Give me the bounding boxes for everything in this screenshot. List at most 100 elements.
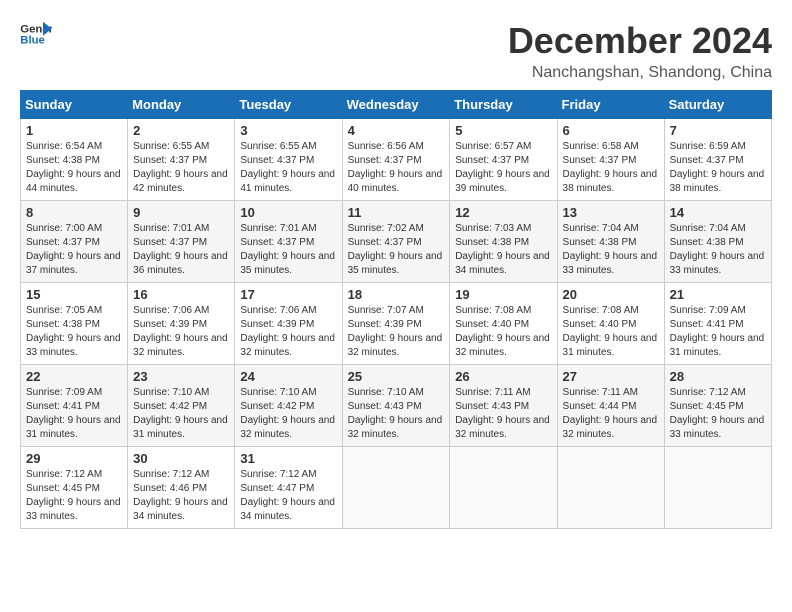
day-number: 15 [26, 287, 122, 302]
col-tuesday: Tuesday [235, 91, 342, 119]
day-info: Sunrise: 7:12 AM Sunset: 4:45 PM Dayligh… [26, 468, 122, 524]
day-info: Sunrise: 6:55 AM Sunset: 4:37 PM Dayligh… [240, 140, 336, 196]
day-number: 24 [240, 369, 336, 384]
calendar-day-29: 29 Sunrise: 7:12 AM Sunset: 4:45 PM Dayl… [21, 447, 128, 529]
day-number: 20 [563, 287, 659, 302]
day-info: Sunrise: 7:10 AM Sunset: 4:42 PM Dayligh… [133, 386, 229, 442]
calendar-day-25: 25 Sunrise: 7:10 AM Sunset: 4:43 PM Dayl… [342, 365, 450, 447]
title-section: December 2024 Nanchangshan, Shandong, Ch… [508, 20, 772, 82]
day-number: 8 [26, 205, 122, 220]
calendar-week-5: 29 Sunrise: 7:12 AM Sunset: 4:45 PM Dayl… [21, 447, 772, 529]
day-info: Sunrise: 7:01 AM Sunset: 4:37 PM Dayligh… [133, 222, 229, 278]
calendar-day-30: 30 Sunrise: 7:12 AM Sunset: 4:46 PM Dayl… [128, 447, 235, 529]
day-info: Sunrise: 7:11 AM Sunset: 4:44 PM Dayligh… [563, 386, 659, 442]
day-info: Sunrise: 7:01 AM Sunset: 4:37 PM Dayligh… [240, 222, 336, 278]
day-number: 30 [133, 451, 229, 466]
day-number: 3 [240, 123, 336, 138]
day-info: Sunrise: 6:58 AM Sunset: 4:37 PM Dayligh… [563, 140, 659, 196]
day-info: Sunrise: 7:05 AM Sunset: 4:38 PM Dayligh… [26, 304, 122, 360]
calendar-day-7: 7 Sunrise: 6:59 AM Sunset: 4:37 PM Dayli… [664, 119, 771, 201]
calendar-day-22: 22 Sunrise: 7:09 AM Sunset: 4:41 PM Dayl… [21, 365, 128, 447]
calendar-day-empty [557, 447, 664, 529]
calendar-day-18: 18 Sunrise: 7:07 AM Sunset: 4:39 PM Dayl… [342, 283, 450, 365]
day-info: Sunrise: 7:06 AM Sunset: 4:39 PM Dayligh… [133, 304, 229, 360]
day-number: 1 [26, 123, 122, 138]
day-number: 7 [670, 123, 766, 138]
col-monday: Monday [128, 91, 235, 119]
calendar-day-10: 10 Sunrise: 7:01 AM Sunset: 4:37 PM Dayl… [235, 201, 342, 283]
calendar-day-16: 16 Sunrise: 7:06 AM Sunset: 4:39 PM Dayl… [128, 283, 235, 365]
day-info: Sunrise: 6:55 AM Sunset: 4:37 PM Dayligh… [133, 140, 229, 196]
page-title: December 2024 [508, 20, 772, 62]
day-number: 31 [240, 451, 336, 466]
day-number: 26 [455, 369, 551, 384]
calendar-day-20: 20 Sunrise: 7:08 AM Sunset: 4:40 PM Dayl… [557, 283, 664, 365]
day-number: 9 [133, 205, 229, 220]
calendar-week-2: 8 Sunrise: 7:00 AM Sunset: 4:37 PM Dayli… [21, 201, 772, 283]
calendar-day-empty [342, 447, 450, 529]
col-sunday: Sunday [21, 91, 128, 119]
day-number: 12 [455, 205, 551, 220]
calendar-day-5: 5 Sunrise: 6:57 AM Sunset: 4:37 PM Dayli… [450, 119, 557, 201]
page-subtitle: Nanchangshan, Shandong, China [508, 64, 772, 82]
calendar-day-15: 15 Sunrise: 7:05 AM Sunset: 4:38 PM Dayl… [21, 283, 128, 365]
day-info: Sunrise: 7:08 AM Sunset: 4:40 PM Dayligh… [455, 304, 551, 360]
calendar-table: Sunday Monday Tuesday Wednesday Thursday… [20, 90, 772, 529]
calendar-day-2: 2 Sunrise: 6:55 AM Sunset: 4:37 PM Dayli… [128, 119, 235, 201]
day-info: Sunrise: 7:06 AM Sunset: 4:39 PM Dayligh… [240, 304, 336, 360]
col-thursday: Thursday [450, 91, 557, 119]
day-info: Sunrise: 7:08 AM Sunset: 4:40 PM Dayligh… [563, 304, 659, 360]
calendar-day-28: 28 Sunrise: 7:12 AM Sunset: 4:45 PM Dayl… [664, 365, 771, 447]
day-number: 27 [563, 369, 659, 384]
day-number: 5 [455, 123, 551, 138]
logo: General Blue [20, 20, 52, 48]
day-info: Sunrise: 6:56 AM Sunset: 4:37 PM Dayligh… [348, 140, 445, 196]
day-info: Sunrise: 7:02 AM Sunset: 4:37 PM Dayligh… [348, 222, 445, 278]
day-info: Sunrise: 6:59 AM Sunset: 4:37 PM Dayligh… [670, 140, 766, 196]
calendar-day-8: 8 Sunrise: 7:00 AM Sunset: 4:37 PM Dayli… [21, 201, 128, 283]
calendar-day-31: 31 Sunrise: 7:12 AM Sunset: 4:47 PM Dayl… [235, 447, 342, 529]
calendar-day-3: 3 Sunrise: 6:55 AM Sunset: 4:37 PM Dayli… [235, 119, 342, 201]
calendar-day-9: 9 Sunrise: 7:01 AM Sunset: 4:37 PM Dayli… [128, 201, 235, 283]
calendar-day-1: 1 Sunrise: 6:54 AM Sunset: 4:38 PM Dayli… [21, 119, 128, 201]
day-number: 11 [348, 205, 445, 220]
calendar-day-12: 12 Sunrise: 7:03 AM Sunset: 4:38 PM Dayl… [450, 201, 557, 283]
day-info: Sunrise: 7:09 AM Sunset: 4:41 PM Dayligh… [26, 386, 122, 442]
day-number: 21 [670, 287, 766, 302]
calendar-week-3: 15 Sunrise: 7:05 AM Sunset: 4:38 PM Dayl… [21, 283, 772, 365]
day-info: Sunrise: 7:12 AM Sunset: 4:47 PM Dayligh… [240, 468, 336, 524]
calendar-day-17: 17 Sunrise: 7:06 AM Sunset: 4:39 PM Dayl… [235, 283, 342, 365]
calendar-day-empty [664, 447, 771, 529]
day-info: Sunrise: 7:12 AM Sunset: 4:46 PM Dayligh… [133, 468, 229, 524]
day-info: Sunrise: 7:12 AM Sunset: 4:45 PM Dayligh… [670, 386, 766, 442]
page-header: General Blue December 2024 Nanchangshan,… [20, 20, 772, 82]
day-number: 10 [240, 205, 336, 220]
day-number: 4 [348, 123, 445, 138]
day-info: Sunrise: 7:09 AM Sunset: 4:41 PM Dayligh… [670, 304, 766, 360]
calendar-day-21: 21 Sunrise: 7:09 AM Sunset: 4:41 PM Dayl… [664, 283, 771, 365]
day-number: 18 [348, 287, 445, 302]
day-info: Sunrise: 6:54 AM Sunset: 4:38 PM Dayligh… [26, 140, 122, 196]
day-number: 25 [348, 369, 445, 384]
col-wednesday: Wednesday [342, 91, 450, 119]
day-number: 13 [563, 205, 659, 220]
day-number: 22 [26, 369, 122, 384]
day-info: Sunrise: 7:00 AM Sunset: 4:37 PM Dayligh… [26, 222, 122, 278]
calendar-day-23: 23 Sunrise: 7:10 AM Sunset: 4:42 PM Dayl… [128, 365, 235, 447]
col-saturday: Saturday [664, 91, 771, 119]
calendar-day-27: 27 Sunrise: 7:11 AM Sunset: 4:44 PM Dayl… [557, 365, 664, 447]
calendar-day-6: 6 Sunrise: 6:58 AM Sunset: 4:37 PM Dayli… [557, 119, 664, 201]
day-info: Sunrise: 7:03 AM Sunset: 4:38 PM Dayligh… [455, 222, 551, 278]
day-number: 14 [670, 205, 766, 220]
calendar-day-13: 13 Sunrise: 7:04 AM Sunset: 4:38 PM Dayl… [557, 201, 664, 283]
calendar-day-19: 19 Sunrise: 7:08 AM Sunset: 4:40 PM Dayl… [450, 283, 557, 365]
day-number: 28 [670, 369, 766, 384]
day-number: 17 [240, 287, 336, 302]
day-info: Sunrise: 7:04 AM Sunset: 4:38 PM Dayligh… [563, 222, 659, 278]
day-info: Sunrise: 7:11 AM Sunset: 4:43 PM Dayligh… [455, 386, 551, 442]
day-number: 6 [563, 123, 659, 138]
day-number: 23 [133, 369, 229, 384]
calendar-header-row: Sunday Monday Tuesday Wednesday Thursday… [21, 91, 772, 119]
day-info: Sunrise: 6:57 AM Sunset: 4:37 PM Dayligh… [455, 140, 551, 196]
day-info: Sunrise: 7:04 AM Sunset: 4:38 PM Dayligh… [670, 222, 766, 278]
